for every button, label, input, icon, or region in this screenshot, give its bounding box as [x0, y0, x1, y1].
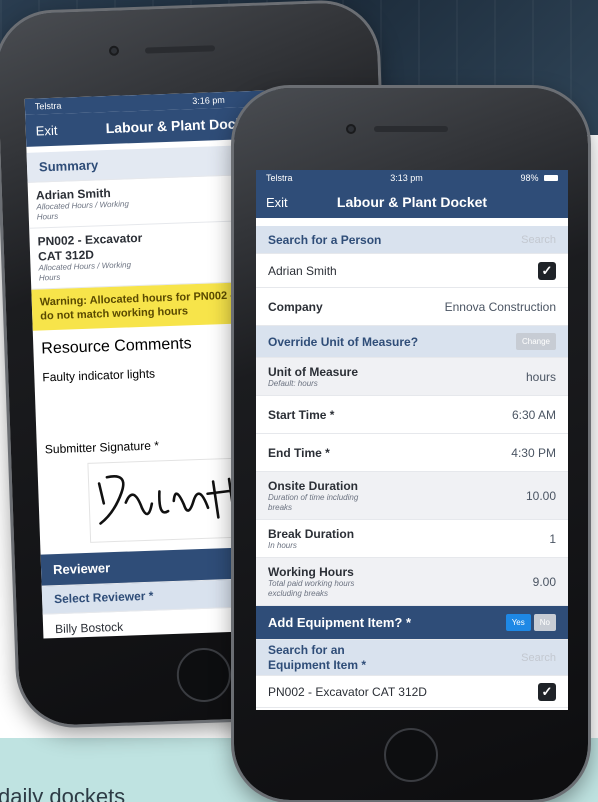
search-equipment-input[interactable]: Search — [521, 652, 556, 664]
start-time-value[interactable]: 6:30 AM — [512, 408, 556, 422]
break-sub: In hours — [268, 540, 297, 550]
summary-equipment-sub: Allocated Hours / Working Hours — [38, 260, 132, 283]
no-button[interactable]: No — [533, 614, 556, 631]
onsite-sub: Duration of time including breaks — [268, 492, 359, 512]
working-hours-row: Working Hours Total paid working hours e… — [256, 558, 568, 606]
reviewer-title: Reviewer — [52, 559, 111, 577]
battery-indicator: 98% — [520, 173, 558, 183]
unit-row: Unit of Measure Default: hours hours — [256, 358, 568, 396]
working-sub: Total paid working hours excluding break… — [268, 578, 355, 598]
working-label: Working Hours — [268, 564, 354, 579]
end-time-label: End Time * — [268, 445, 330, 460]
add-equipment-row: Add Equipment Item? * Yes No — [256, 606, 568, 640]
override-row: Override Unit of Measure? Change — [256, 326, 568, 358]
company-row: Company Ennova Construction — [256, 288, 568, 326]
clock-label: 3:16 pm — [192, 94, 225, 107]
search-equipment-label: Search for an Equipment Item * — [268, 643, 367, 672]
end-time-row[interactable]: End Time * 4:30 PM — [256, 434, 568, 472]
front-screen: Telstra 3:13 pm 98% Exit Labour & Plant … — [256, 170, 568, 710]
caption-text: daily dockets — [0, 784, 126, 802]
person-checkbox[interactable]: ✓ — [538, 261, 556, 280]
working-value: 9.00 — [532, 574, 556, 589]
override-label: Override Unit of Measure? — [268, 334, 419, 349]
carrier-label: Telstra — [34, 100, 62, 112]
onsite-label: Onsite Duration — [268, 478, 359, 493]
camera-icon — [346, 124, 356, 134]
nav-title: Labour & Plant Docket — [336, 194, 488, 210]
battery-icon — [543, 175, 558, 181]
end-time-value[interactable]: 4:30 PM — [511, 446, 556, 460]
summary-title: Summary — [38, 157, 99, 175]
company-value: Ennova Construction — [444, 299, 556, 314]
change-button[interactable]: Change — [515, 333, 556, 350]
summary-equipment-name: PN002 - Excavator CAT 312D — [37, 231, 143, 264]
break-duration-row[interactable]: Break Duration In hours 1 — [256, 520, 568, 558]
person-row[interactable]: Adrian Smith ✓ — [256, 254, 568, 288]
company-label: Company — [268, 299, 323, 314]
onsite-duration-row: Onsite Duration Duration of time includi… — [256, 472, 568, 520]
break-label: Break Duration — [268, 526, 355, 541]
clock-label: 3:13 pm — [390, 173, 423, 183]
speaker-grille — [144, 45, 216, 54]
search-person-label: Search for a Person — [268, 232, 382, 247]
camera-icon — [108, 45, 120, 56]
person-name: Adrian Smith — [268, 263, 337, 278]
speaker-grille — [374, 126, 448, 132]
nav-bar: Exit Labour & Plant Docket — [256, 186, 568, 218]
onsite-value: 10.00 — [525, 488, 556, 503]
battery-label: 98% — [520, 173, 539, 183]
reviewer-value: Billy Bostock — [54, 620, 124, 637]
yes-button[interactable]: Yes — [505, 614, 531, 631]
equipment-checkbox[interactable]: ✓ — [538, 682, 556, 701]
search-person-input[interactable]: Search — [521, 234, 556, 246]
equipment-name: PN002 - Excavator CAT 312D — [268, 684, 427, 699]
unit-label: Unit of Measure — [268, 364, 359, 379]
start-time-row[interactable]: Start Time * 6:30 AM — [256, 396, 568, 434]
add-equipment-label: Add Equipment Item? * — [268, 615, 411, 630]
front-phone: Telstra 3:13 pm 98% Exit Labour & Plant … — [234, 88, 588, 800]
home-button[interactable] — [384, 728, 438, 782]
start-time-label: Start Time * — [268, 407, 335, 422]
equipment-row[interactable]: PN002 - Excavator CAT 312D ✓ — [256, 676, 568, 708]
exit-button[interactable]: Exit — [266, 195, 288, 210]
yes-no-toggle: Yes No — [505, 614, 556, 631]
search-person-row[interactable]: Search for a Person Search — [256, 226, 568, 254]
summary-person-sub: Allocated Hours / Working Hours — [36, 199, 130, 222]
status-bar: Telstra 3:13 pm 98% — [256, 170, 568, 186]
search-equipment-row[interactable]: Search for an Equipment Item * Search — [256, 640, 568, 676]
break-value[interactable]: 1 — [549, 532, 556, 546]
carrier-label: Telstra — [266, 173, 293, 183]
unit-sub: Default: hours — [268, 378, 318, 388]
exit-button[interactable]: Exit — [35, 122, 57, 138]
select-reviewer-label: Select Reviewer * — [53, 588, 154, 607]
home-button[interactable] — [175, 647, 232, 703]
unit-value: hours — [525, 369, 556, 384]
